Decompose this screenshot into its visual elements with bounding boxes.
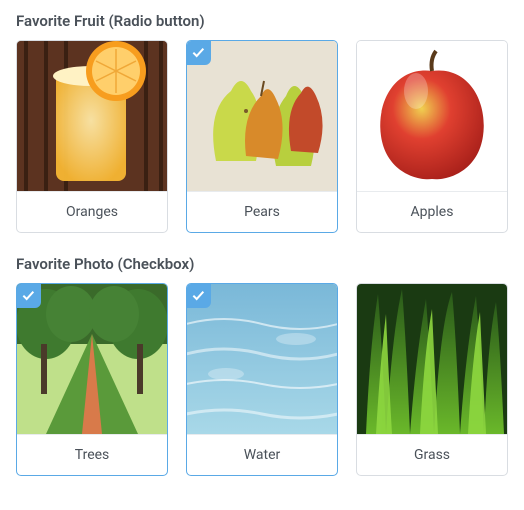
image-apples xyxy=(357,41,507,191)
card-label: Apples xyxy=(357,191,507,232)
card-trees[interactable]: Trees xyxy=(16,283,168,476)
card-label: Grass xyxy=(357,434,507,475)
image-grass xyxy=(357,284,507,434)
image-oranges xyxy=(17,41,167,191)
card-water[interactable]: Water xyxy=(186,283,338,476)
section-title: Favorite Photo (Checkbox) xyxy=(16,255,508,273)
section-title: Favorite Fruit (Radio button) xyxy=(16,12,508,30)
section-favorite-fruit: Favorite Fruit (Radio button) Oranges xyxy=(16,12,508,233)
card-pears[interactable]: Pears xyxy=(186,40,338,233)
section-favorite-photo: Favorite Photo (Checkbox) Trees xyxy=(16,255,508,476)
card-oranges[interactable]: Oranges xyxy=(16,40,168,233)
image-pears xyxy=(187,41,337,191)
image-water xyxy=(187,284,337,434)
check-icon xyxy=(16,283,41,308)
card-label: Trees xyxy=(17,434,167,475)
card-grass[interactable]: Grass xyxy=(356,283,508,476)
card-label: Water xyxy=(187,434,337,475)
card-row: Oranges Pears xyxy=(16,40,508,233)
image-trees xyxy=(17,284,167,434)
check-icon xyxy=(186,40,211,65)
check-icon xyxy=(186,283,211,308)
card-row: Trees Water xyxy=(16,283,508,476)
card-apples[interactable]: Apples xyxy=(356,40,508,233)
card-label: Pears xyxy=(187,191,337,232)
card-label: Oranges xyxy=(17,191,167,232)
